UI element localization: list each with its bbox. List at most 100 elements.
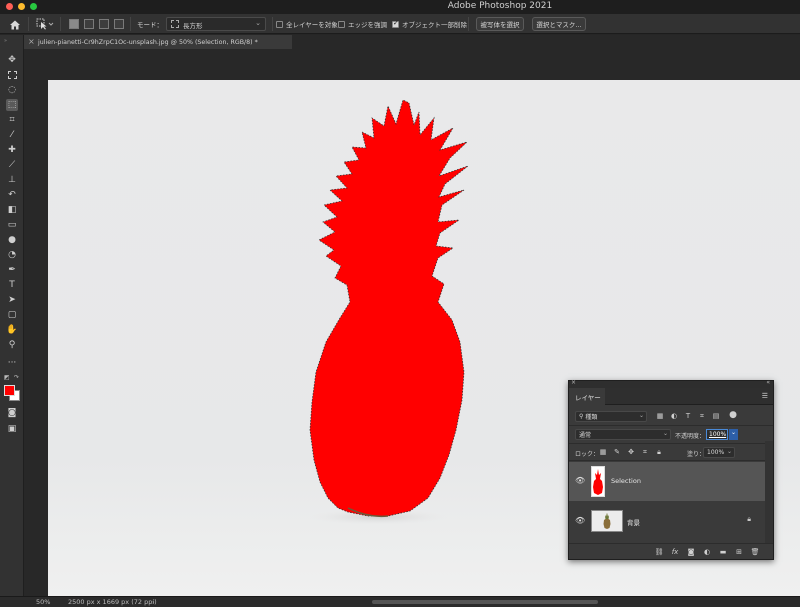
- layers-scrollbar[interactable]: [765, 441, 773, 543]
- move-icon[interactable]: ✥: [6, 54, 18, 66]
- panel-menu-icon[interactable]: ☰: [762, 392, 768, 400]
- fx-icon[interactable]: fx: [671, 548, 679, 556]
- options-bar: モード： 長方形 ⌄ 全レイヤーを対象 エッジを強調 オブジェクト一部削除 被写…: [0, 14, 800, 34]
- sample-all-layers-label: 全レイヤーを対象: [286, 21, 338, 29]
- opacity-input[interactable]: 100%: [706, 429, 728, 440]
- mode-select[interactable]: 長方形 ⌄: [166, 17, 266, 31]
- add-to-selection-button[interactable]: [84, 19, 94, 29]
- separator: [130, 17, 131, 31]
- pixel-filter-icon[interactable]: ▦: [656, 412, 664, 420]
- layer-thumbnail-selection: [591, 466, 605, 497]
- group-folder-icon[interactable]: ▬: [719, 548, 727, 556]
- lasso-icon[interactable]: ◌: [6, 84, 18, 96]
- separator: [28, 17, 29, 31]
- hard-edge-label: エッジを強調: [348, 21, 387, 29]
- layers-panel: × « レイヤー ☰ ⚲ 種類 ⌄ ▦ ◐ T ⌗ ▤ ● 通常 ⌄ 不透明度：…: [568, 379, 774, 560]
- collapse-panel-icon[interactable]: «: [766, 379, 770, 386]
- lock-position-icon[interactable]: ✥: [627, 448, 635, 456]
- status-bar: 50% 2500 px x 1669 px (72 ppi) ›: [0, 596, 800, 607]
- layers-panel-tabs: レイヤー ☰: [569, 388, 773, 405]
- marquee-icon[interactable]: [6, 69, 18, 81]
- visibility-eye-icon[interactable]: 👁︎: [575, 516, 585, 525]
- home-button[interactable]: [8, 17, 22, 31]
- lock-image-icon[interactable]: ✎: [613, 448, 621, 456]
- close-panel-icon[interactable]: ×: [571, 379, 576, 386]
- crop-icon[interactable]: ⌗: [6, 114, 18, 126]
- eyedropper-icon[interactable]: ⁄: [6, 129, 18, 141]
- more-icon[interactable]: ···: [6, 357, 18, 369]
- pineapple-photo-thumbnail: [603, 513, 611, 529]
- add-mask-icon[interactable]: ◙: [687, 548, 695, 556]
- lock-all-icon[interactable]: 🔒︎: [655, 448, 663, 456]
- horizontal-scrollbar[interactable]: [372, 600, 598, 604]
- stamp-icon[interactable]: ⊥: [6, 174, 18, 186]
- brush-icon[interactable]: ⟋: [6, 159, 18, 171]
- sample-all-layers-checkbox[interactable]: 全レイヤーを対象: [276, 17, 338, 31]
- new-selection-button[interactable]: [69, 19, 79, 29]
- object-select-tool-icon: [36, 18, 54, 30]
- intersect-selection-button[interactable]: [114, 19, 124, 29]
- adjustment-layer-icon[interactable]: ◐: [703, 548, 711, 556]
- quick-mask-icon[interactable]: ◙: [6, 407, 18, 419]
- lock-artboard-icon[interactable]: ⌗: [641, 448, 649, 456]
- opacity-dropdown-icon[interactable]: ⌄: [729, 429, 738, 440]
- home-icon: [10, 20, 20, 30]
- panel-grip: »: [4, 38, 8, 44]
- healing-icon[interactable]: ✚: [6, 144, 18, 156]
- filter-toggle-icon[interactable]: ●: [729, 410, 737, 420]
- zoom-icon[interactable]: ⚲: [6, 339, 18, 351]
- gradient-icon[interactable]: ▭: [6, 219, 18, 231]
- zoom-level[interactable]: 50%: [36, 598, 50, 606]
- object-select-icon[interactable]: ⬚: [6, 99, 18, 111]
- pen-icon[interactable]: ✒: [6, 264, 18, 276]
- type-filter-icon[interactable]: T: [684, 412, 692, 420]
- screen-mode-icon[interactable]: ▣: [6, 423, 18, 435]
- type-icon[interactable]: T: [6, 279, 18, 291]
- tool-preset-picker[interactable]: [36, 17, 54, 31]
- swap-colors-icon[interactable]: ↷: [14, 374, 22, 382]
- checkbox-checked-icon: [392, 19, 399, 28]
- history-brush-icon[interactable]: ↶: [6, 189, 18, 201]
- tools-panel: » ✥ ◌ ⬚ ⌗ ⁄ ✚ ⟋ ⊥ ↶ ◧ ▭ ● ◔ ✒ T ➤ ▢ ✋ ⚲ …: [0, 35, 24, 596]
- mode-value: 長方形: [183, 22, 203, 30]
- new-layer-icon[interactable]: ⊞: [735, 548, 743, 556]
- layer-row-background[interactable]: 👁︎ 背景 🔒︎: [569, 502, 765, 541]
- hard-edge-checkbox[interactable]: エッジを強調: [338, 17, 387, 31]
- checkbox-icon: [338, 20, 345, 28]
- hand-icon[interactable]: ✋: [6, 324, 18, 336]
- status-arrow-icon[interactable]: ›: [152, 598, 155, 606]
- shape-filter-icon[interactable]: ⌗: [698, 412, 706, 420]
- object-subtract-checkbox[interactable]: オブジェクト一部削除: [392, 17, 467, 31]
- foreground-color-swatch[interactable]: [4, 385, 15, 396]
- fill-input[interactable]: 100% ⌄: [703, 447, 735, 458]
- blend-mode-row: 通常 ⌄ 不透明度： 100% ⌄: [569, 426, 773, 444]
- document-tab-title: julien-pianetti-Cr9hZrpC1Oc-unsplash.jpg…: [38, 38, 258, 46]
- delete-layer-icon[interactable]: 🗑︎: [751, 548, 760, 556]
- tab-layers[interactable]: レイヤー: [569, 388, 605, 405]
- adjustment-filter-icon[interactable]: ◐: [670, 412, 678, 420]
- layer-row-selection[interactable]: 👁︎ Selection: [569, 462, 765, 501]
- filter-kind-select[interactable]: ⚲ 種類 ⌄: [575, 411, 647, 422]
- layer-thumbnail-background: [591, 510, 623, 532]
- panel-header[interactable]: × «: [569, 379, 773, 388]
- lock-transparent-icon[interactable]: ▦: [599, 448, 607, 456]
- visibility-eye-icon[interactable]: 👁︎: [575, 476, 585, 485]
- document-tab[interactable]: × julien-pianetti-Cr9hZrpC1Oc-unsplash.j…: [24, 35, 292, 49]
- shape-icon[interactable]: ▢: [6, 309, 18, 321]
- eraser-icon[interactable]: ◧: [6, 204, 18, 216]
- default-colors-icon[interactable]: ◩: [4, 374, 12, 382]
- select-and-mask-button[interactable]: 選択とマスク...: [532, 17, 586, 31]
- close-tab-icon[interactable]: ×: [28, 37, 35, 46]
- path-select-icon[interactable]: ➤: [6, 294, 18, 306]
- link-layers-icon[interactable]: ⛓: [655, 548, 664, 556]
- blend-mode-select[interactable]: 通常 ⌄: [575, 429, 671, 440]
- subtract-selection-button[interactable]: [99, 19, 109, 29]
- select-subject-button[interactable]: 被写体を選択: [476, 17, 524, 31]
- filter-kind-value: 種類: [585, 414, 598, 421]
- window-title: Adobe Photoshop 2021: [447, 1, 553, 11]
- smart-object-filter-icon[interactable]: ▤: [712, 412, 720, 420]
- document-tab-strip: × julien-pianetti-Cr9hZrpC1Oc-unsplash.j…: [24, 35, 800, 49]
- dodge-icon[interactable]: ◔: [6, 249, 18, 261]
- chevron-down-icon: ⌄: [726, 448, 732, 455]
- blur-icon[interactable]: ●: [6, 234, 18, 246]
